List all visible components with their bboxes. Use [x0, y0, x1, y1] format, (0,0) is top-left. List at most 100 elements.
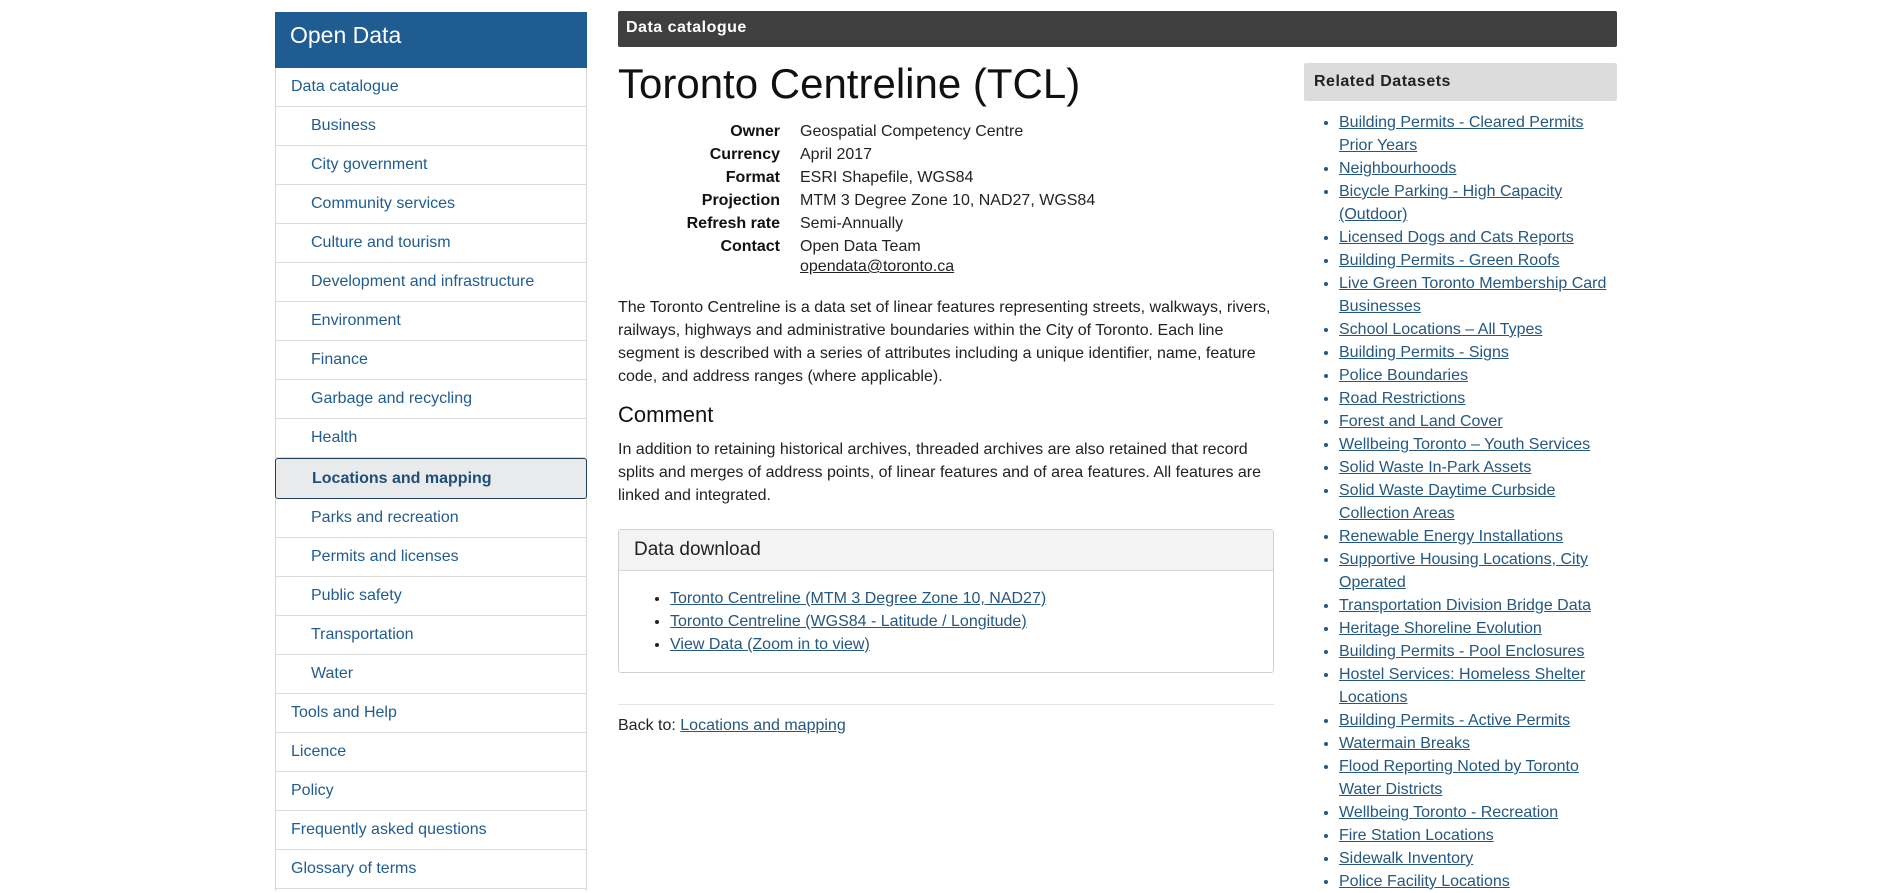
sidebar-item-policy[interactable]: Policy	[276, 772, 586, 811]
data-download-heading: Data download	[619, 530, 1273, 571]
sidebar-item-health[interactable]: Health	[276, 419, 586, 458]
related-dataset-link[interactable]: Watermain Breaks	[1339, 735, 1470, 752]
meta-key: Currency	[709, 146, 780, 163]
related-dataset-link[interactable]: Road Restrictions	[1339, 390, 1465, 407]
related-dataset-link[interactable]: Live Green Toronto Membership Card Busin…	[1339, 275, 1606, 315]
meta-value: ESRI Shapefile, WGS84	[800, 169, 974, 186]
related-dataset-link[interactable]: Building Permits - Green Roofs	[1339, 252, 1560, 269]
sidebar-item-finance[interactable]: Finance	[276, 341, 586, 380]
related-dataset-link[interactable]: Building Permits - Pool Enclosures	[1339, 643, 1584, 660]
sidebar-item-business[interactable]: Business	[276, 107, 586, 146]
related-dataset-item: Solid Waste Daytime Curbside Collection …	[1339, 479, 1617, 525]
download-list-item: Toronto Centreline (WGS84 - Latitude / L…	[670, 610, 1273, 633]
sidebar-item-environment[interactable]: Environment	[276, 302, 586, 341]
related-dataset-link[interactable]: Flood Reporting Noted by Toronto Water D…	[1339, 758, 1579, 798]
related-dataset-link[interactable]: Police Boundaries	[1339, 367, 1468, 384]
related-dataset-link[interactable]: Sidewalk Inventory	[1339, 850, 1473, 867]
related-dataset-link[interactable]: Heritage Shoreline Evolution	[1339, 620, 1542, 637]
breadcrumb-bar: Data catalogue	[618, 11, 1617, 47]
related-dataset-item: Sidewalk Inventory	[1339, 847, 1617, 870]
related-dataset-item: Supportive Housing Locations, City Opera…	[1339, 548, 1617, 594]
main-content: Toronto Centreline (TCL) Owner Geospatial…	[618, 58, 1274, 735]
back-label: Back to:	[618, 717, 676, 734]
related-dataset-item: Neighbourhoods	[1339, 157, 1617, 180]
meta-key: Projection	[701, 192, 780, 209]
sidebar-item-licence[interactable]: Licence	[276, 733, 586, 772]
meta-value: Semi-Annually	[800, 215, 904, 232]
related-dataset-link[interactable]: Building Permits - Signs	[1339, 344, 1509, 361]
sidebar-title[interactable]: Open Data	[275, 12, 587, 68]
related-dataset-link[interactable]: School Locations – All Types	[1339, 321, 1542, 338]
back-link[interactable]: Locations and mapping	[680, 717, 845, 734]
related-dataset-item: Building Permits - Active Permits	[1339, 709, 1617, 732]
related-dataset-link[interactable]: Wellbeing Toronto - Recreation	[1339, 804, 1558, 821]
sidebar-item-locations-and-mapping[interactable]: Locations and mapping	[275, 458, 587, 499]
related-dataset-link[interactable]: Wellbeing Toronto – Youth Services	[1339, 436, 1590, 453]
related-dataset-link[interactable]: Bicycle Parking - High Capacity (Outdoor…	[1339, 183, 1562, 223]
sidebar-nav: Open Data Data catalogue Business City gov…	[275, 12, 587, 891]
sidebar-item-culture-and-tourism[interactable]: Culture and tourism	[276, 224, 586, 263]
related-dataset-item: Transportation Division Bridge Data	[1339, 594, 1617, 617]
download-link[interactable]: Toronto Centreline (WGS84 - Latitude / L…	[670, 613, 1027, 630]
download-link[interactable]: Toronto Centreline (MTM 3 Degree Zone 10…	[670, 590, 1046, 607]
meta-row: Format ESRI Shapefile, WGS84	[618, 166, 1274, 189]
sidebar-item-frequently-asked-questions[interactable]: Frequently asked questions	[276, 811, 586, 850]
sidebar-item-development-and-infrastructure[interactable]: Development and infrastructure	[276, 263, 586, 302]
meta-key: Owner	[730, 123, 780, 140]
sidebar-item-city-government[interactable]: City government	[276, 146, 586, 185]
related-dataset-link[interactable]: Fire Station Locations	[1339, 827, 1494, 844]
related-dataset-link[interactable]: Hostel Services: Homeless Shelter Locati…	[1339, 666, 1585, 706]
related-dataset-link[interactable]: Building Permits - Cleared Permits Prior…	[1339, 114, 1584, 154]
dataset-metadata: Owner Geospatial Competency Centre Currenc…	[618, 120, 1274, 258]
sidebar-item-glossary-of-terms[interactable]: Glossary of terms	[276, 850, 586, 889]
divider	[618, 704, 1274, 705]
sidebar-item-permits-and-licenses[interactable]: Permits and licenses	[276, 538, 586, 577]
download-list-item: Toronto Centreline (MTM 3 Degree Zone 10…	[670, 587, 1273, 610]
contact-email-link[interactable]: opendata@toronto.ca	[800, 258, 954, 276]
meta-value: Geospatial Competency Centre	[800, 123, 1024, 140]
related-dataset-item: Licensed Dogs and Cats Reports	[1339, 226, 1617, 249]
related-dataset-link[interactable]: Forest and Land Cover	[1339, 413, 1503, 430]
meta-value: April 2017	[800, 146, 873, 163]
related-dataset-item: School Locations – All Types	[1339, 318, 1617, 341]
meta-value: MTM 3 Degree Zone 10, NAD27, WGS84	[800, 192, 1096, 209]
related-datasets-heading: Related Datasets	[1304, 63, 1617, 101]
sidebar-item-tools-and-help[interactable]: Tools and Help	[276, 694, 586, 733]
related-datasets: Related Datasets Building Permits - Clea…	[1304, 63, 1617, 893]
related-dataset-item: Heritage Shoreline Evolution	[1339, 617, 1617, 640]
data-download-panel: Data download Toronto Centreline (MTM 3 …	[618, 529, 1274, 673]
related-dataset-item: Road Restrictions	[1339, 387, 1617, 410]
meta-row: Projection MTM 3 Degree Zone 10, NAD27, W…	[618, 189, 1274, 212]
related-dataset-item: Forest and Land Cover	[1339, 410, 1617, 433]
page-title: Toronto Centreline (TCL)	[618, 60, 1081, 107]
meta-row: Contact Open Data Team	[618, 235, 1274, 258]
sidebar-item-water[interactable]: Water	[276, 655, 586, 694]
related-dataset-item: Building Permits - Pool Enclosures	[1339, 640, 1617, 663]
related-dataset-item: Live Green Toronto Membership Card Busin…	[1339, 272, 1617, 318]
related-dataset-link[interactable]: Building Permits - Active Permits	[1339, 712, 1570, 729]
sidebar-item-parks-and-recreation[interactable]: Parks and recreation	[276, 499, 586, 538]
related-dataset-link[interactable]: Transportation Division Bridge Data	[1339, 597, 1591, 614]
related-dataset-item: Hostel Services: Homeless Shelter Locati…	[1339, 663, 1617, 709]
related-dataset-link[interactable]: Renewable Energy Installations	[1339, 528, 1563, 545]
related-dataset-link[interactable]: Neighbourhoods	[1339, 160, 1456, 177]
sidebar-item-transportation[interactable]: Transportation	[276, 616, 586, 655]
meta-row: Owner Geospatial Competency Centre	[618, 120, 1274, 143]
related-dataset-item: Building Permits - Cleared Permits Prior…	[1339, 111, 1617, 157]
sidebar-item-garbage-and-recycling[interactable]: Garbage and recycling	[276, 380, 586, 419]
related-dataset-link[interactable]: Solid Waste In-Park Assets	[1339, 459, 1531, 476]
related-dataset-link[interactable]: Solid Waste Daytime Curbside Collection …	[1339, 482, 1555, 522]
sidebar-item-public-safety[interactable]: Public safety	[276, 577, 586, 616]
related-dataset-link[interactable]: Licensed Dogs and Cats Reports	[1339, 229, 1574, 246]
comment-text: In addition to retaining historical arch…	[618, 441, 1262, 504]
meta-row: Refresh rate Semi-Annually	[618, 212, 1274, 235]
meta-row-email: opendata@toronto.ca	[618, 258, 1274, 276]
download-link[interactable]: View Data (Zoom in to view)	[670, 636, 870, 653]
related-dataset-link[interactable]: Supportive Housing Locations, City Opera…	[1339, 551, 1588, 591]
related-dataset-link[interactable]: Police Facility Locations	[1339, 873, 1510, 890]
sidebar-item-data-catalogue[interactable]: Data catalogue	[276, 68, 586, 107]
meta-value: Open Data Team	[800, 238, 921, 255]
sidebar-item-community-services[interactable]: Community services	[276, 185, 586, 224]
related-dataset-item: Fire Station Locations	[1339, 824, 1617, 847]
sidebar-menu: Data catalogue Business City government Com…	[275, 68, 587, 889]
